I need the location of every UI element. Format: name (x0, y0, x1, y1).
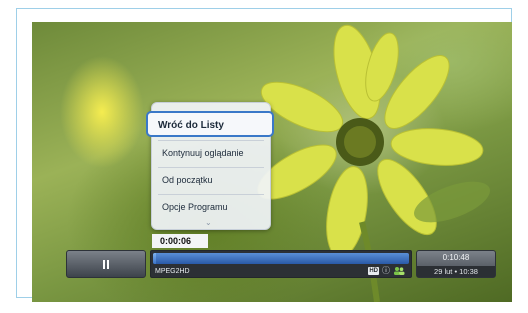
time-panel: 0:10:48 29 lut • 10:38 (416, 250, 496, 278)
menu-item-back-to-list[interactable]: Wróć do Listy (146, 111, 274, 137)
tv-video-area: Wróć do Listy Kontynuuj oglądanie Od poc… (32, 22, 512, 302)
menu-item-label: Opcje Programu (162, 202, 228, 212)
date-time: 29 lut • 10:38 (417, 266, 495, 277)
chevron-down-icon[interactable]: ⌄ (205, 218, 212, 227)
info-icon: ⓘ (382, 266, 390, 275)
pause-icon (102, 259, 110, 269)
progress-bar[interactable] (153, 253, 409, 264)
progress-panel: MPEG2HD HD ⓘ (150, 250, 412, 278)
hd-icon: HD (368, 266, 379, 275)
buffer-fill (153, 253, 409, 264)
menu-item-label: Wróć do Listy (158, 120, 224, 131)
total-time: 0:10:48 (442, 253, 470, 262)
elapsed-time: 0:00:06 (152, 234, 208, 248)
menu-item-program-options[interactable]: Opcje Programu (156, 195, 266, 219)
popup-menu: Wróć do Listy Kontynuuj oglądanie Od poc… (146, 102, 274, 230)
codec-label: MPEG2HD (155, 268, 190, 275)
progress-fill (153, 253, 156, 264)
menu-item-continue-watching[interactable]: Kontynuuj oglądanie (156, 141, 266, 165)
menu-item-label: Kontynuuj oglądanie (162, 148, 244, 158)
status-icons: HD ⓘ (368, 266, 405, 275)
people-icon (394, 267, 405, 275)
pause-button[interactable] (66, 250, 146, 278)
menu-item-label: Od początku (162, 175, 213, 185)
menu-item-from-start[interactable]: Od początku (156, 168, 266, 192)
